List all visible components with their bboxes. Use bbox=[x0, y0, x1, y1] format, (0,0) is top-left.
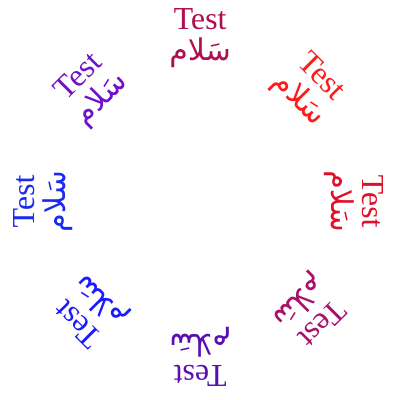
arabic-word: سَلام bbox=[169, 34, 231, 67]
text-label-bottom-left: Test سَلام bbox=[26, 247, 153, 374]
text-label-bottom: Test سَلام bbox=[145, 322, 255, 394]
text-label-bottom-right: Test سَلام bbox=[245, 247, 372, 374]
text-label-top-left: Test سَلام bbox=[26, 24, 153, 151]
latin-word: Test bbox=[173, 358, 227, 394]
arabic-word: سَلام bbox=[324, 170, 357, 232]
text-label-right: Test سَلام bbox=[319, 146, 391, 256]
latin-word: Test bbox=[355, 174, 391, 228]
arabic-word: سَلام bbox=[39, 170, 72, 232]
text-label-left: Test سَلام bbox=[5, 146, 77, 256]
arabic-word: سَلام bbox=[169, 327, 231, 360]
text-label-top: Test سَلام bbox=[145, 2, 255, 72]
rotated-text-canvas: Test سَلام Test سَلام Test سَلام Test سَ… bbox=[0, 0, 400, 400]
latin-word: Test bbox=[173, 0, 227, 36]
latin-word: Test bbox=[5, 174, 41, 228]
text-label-top-right: Test سَلام bbox=[245, 24, 372, 151]
